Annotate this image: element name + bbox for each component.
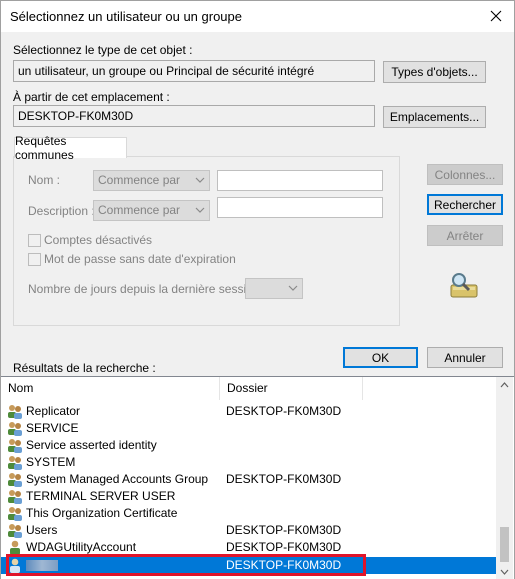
row-name: SYSTEM xyxy=(26,455,76,469)
group-icon xyxy=(8,439,22,453)
chevron-down-icon xyxy=(195,177,205,183)
close-icon xyxy=(490,10,502,22)
column-header-folder[interactable]: Dossier xyxy=(220,377,363,400)
group-icon xyxy=(8,456,22,470)
group-icon xyxy=(8,422,22,436)
scroll-up-icon[interactable] xyxy=(500,381,509,390)
group-icon xyxy=(8,473,22,487)
tab-label: Requêtes communes xyxy=(15,134,74,162)
table-row[interactable]: TERMINAL SERVER USER xyxy=(1,488,496,505)
search-query-icon xyxy=(450,273,478,298)
vertical-scrollbar[interactable] xyxy=(496,377,513,579)
cancel-button[interactable]: Annuler xyxy=(427,347,503,368)
row-name: TERMINAL SERVER USER xyxy=(26,489,176,503)
locations-button[interactable]: Emplacements... xyxy=(383,106,486,128)
user-icon xyxy=(10,540,20,555)
description-input[interactable] xyxy=(217,197,383,218)
scrollbar-thumb[interactable] xyxy=(500,527,509,562)
results-label: Résultats de la recherche : xyxy=(13,361,156,375)
table-row[interactable]: SYSTEM xyxy=(1,454,496,471)
description-match-value: Commence par xyxy=(98,203,181,217)
ok-button[interactable]: OK xyxy=(343,347,418,368)
table-row[interactable]: Replicator DESKTOP-FK0M30D xyxy=(1,403,496,420)
object-type-label: Sélectionnez le type de cet objet : xyxy=(13,43,193,57)
row-name: This Organization Certificate xyxy=(26,506,178,520)
group-icon xyxy=(8,507,22,521)
columns-button[interactable]: Colonnes... xyxy=(427,164,503,185)
group-icon xyxy=(8,524,22,538)
chevron-down-icon xyxy=(195,207,205,213)
row-name: System Managed Accounts Group xyxy=(26,472,209,486)
chevron-down-icon xyxy=(288,285,298,291)
name-match-combo[interactable]: Commence par xyxy=(93,170,210,191)
search-button[interactable]: Rechercher xyxy=(427,194,503,215)
no-expiry-label: Mot de passe sans date d'expiration xyxy=(44,252,236,266)
object-type-field: un utilisateur, un groupe ou Principal d… xyxy=(13,60,375,82)
row-name: Service asserted identity xyxy=(26,438,157,452)
table-row[interactable]: System Managed Accounts Group DESKTOP-FK… xyxy=(1,471,496,488)
name-input[interactable] xyxy=(217,170,383,191)
column-header-name[interactable]: Nom xyxy=(1,377,220,400)
location-field: DESKTOP-FK0M30D xyxy=(13,105,375,127)
table-row[interactable]: Users DESKTOP-FK0M30D xyxy=(1,522,496,539)
disabled-accounts-checkbox[interactable] xyxy=(28,234,41,247)
days-since-logon-label: Nombre de jours depuis la dernière sessi… xyxy=(28,282,267,296)
row-folder: DESKTOP-FK0M30D xyxy=(226,472,342,486)
description-label: Description : xyxy=(28,204,95,218)
description-match-combo[interactable]: Commence par xyxy=(93,200,210,221)
group-icon xyxy=(8,405,22,419)
disabled-accounts-label: Comptes désactivés xyxy=(44,233,153,247)
results-list[interactable]: Nom Dossier Replicator DESKTOP-FK0M30D S… xyxy=(1,376,514,579)
no-expiry-checkbox[interactable] xyxy=(28,253,41,266)
row-folder: DESKTOP-FK0M30D xyxy=(226,523,342,537)
table-row[interactable]: SERVICE xyxy=(1,420,496,437)
row-folder: DESKTOP-FK0M30D xyxy=(226,404,342,418)
object-types-button[interactable]: Types d'objets... xyxy=(383,61,486,83)
row-name: Users xyxy=(26,523,58,537)
group-icon xyxy=(8,490,22,504)
row-name: Replicator xyxy=(26,404,81,418)
select-user-dialog: Sélectionnez un utilisateur ou un groupe… xyxy=(0,0,515,579)
location-label: À partir de cet emplacement : xyxy=(13,90,170,104)
close-button[interactable] xyxy=(478,1,514,31)
name-match-value: Commence par xyxy=(98,173,181,187)
row-name: SERVICE xyxy=(26,421,79,435)
stop-button[interactable]: Arrêter xyxy=(427,225,503,246)
tab-common-queries[interactable]: Requêtes communes xyxy=(14,134,127,162)
window-title: Sélectionnez un utilisateur ou un groupe xyxy=(10,9,242,24)
title-bar: Sélectionnez un utilisateur ou un groupe xyxy=(1,1,514,32)
table-row[interactable]: Service asserted identity xyxy=(1,437,496,454)
days-since-logon-combo[interactable] xyxy=(245,278,303,299)
highlight-outline xyxy=(6,554,366,576)
name-label: Nom : xyxy=(28,173,61,187)
table-row[interactable]: This Organization Certificate xyxy=(1,505,496,522)
scroll-down-icon[interactable] xyxy=(500,567,509,576)
